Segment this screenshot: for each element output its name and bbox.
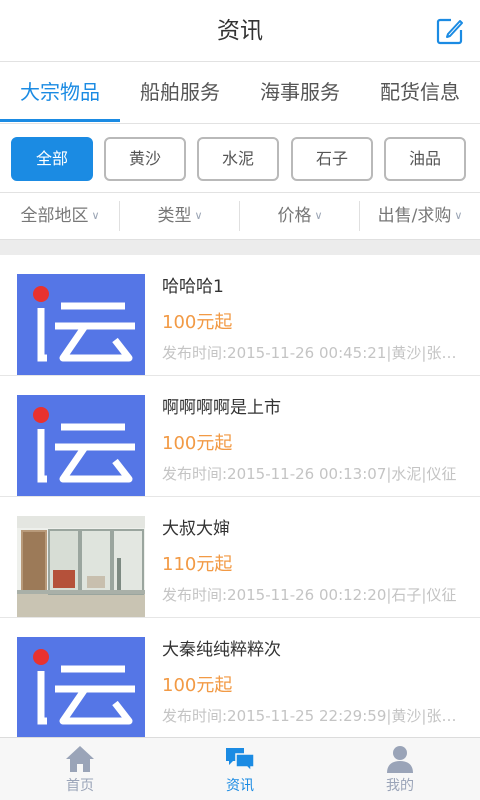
- page-title: 资讯: [217, 18, 263, 44]
- item-title: 大叔大婶: [162, 519, 230, 539]
- yun-logo-thumbnail: [17, 274, 145, 375]
- nav-mine-label: 我的: [386, 778, 414, 794]
- chip-oil[interactable]: 油品: [384, 137, 466, 181]
- tab-maritime-services[interactable]: 海事服务: [240, 62, 360, 124]
- chevron-down-icon: ∨: [314, 209, 323, 222]
- chip-stone[interactable]: 石子: [291, 137, 373, 181]
- chip-sand[interactable]: 黄沙: [104, 137, 186, 181]
- list-item[interactable]: 大叔大婶 110元起 发布时间:2015-11-26 00:12:20|石子|仪…: [0, 497, 480, 618]
- chevron-down-icon: ∨: [91, 209, 100, 222]
- active-tab-indicator: [0, 119, 120, 122]
- filter-type-label: 类型: [157, 206, 192, 226]
- chevron-down-icon: ∨: [454, 209, 463, 222]
- chip-all[interactable]: 全部: [11, 137, 93, 181]
- item-meta: 发布时间:2015-11-25 22:29:59|黄沙|张…: [162, 707, 457, 725]
- list-item[interactable]: 哈哈哈1 100元起 发布时间:2015-11-26 00:45:21|黄沙|张…: [0, 255, 480, 376]
- yun-logo-icon: [17, 274, 145, 375]
- nav-news-label: 资讯: [226, 778, 254, 794]
- list-item[interactable]: 大秦纯纯粹粹次 100元起 发布时间:2015-11-25 22:29:59|黄…: [0, 618, 480, 737]
- home-icon: [66, 746, 94, 772]
- title-bar: 资讯: [0, 0, 480, 62]
- yun-logo-icon: [17, 637, 145, 737]
- office-photo-image: [17, 516, 145, 617]
- section-separator: [0, 239, 480, 255]
- filter-bar: 全部地区 ∨ 类型 ∨ 价格 ∨ 出售/求购 ∨: [0, 193, 480, 239]
- user-icon: [387, 746, 413, 773]
- chat-icon: [226, 748, 255, 773]
- filter-region-label: 全部地区: [20, 206, 89, 226]
- listing: 哈哈哈1 100元起 发布时间:2015-11-26 00:45:21|黄沙|张…: [0, 255, 480, 737]
- filter-price[interactable]: 价格 ∨: [240, 193, 360, 239]
- item-meta: 发布时间:2015-11-26 00:45:21|黄沙|张…: [162, 344, 457, 362]
- item-title: 大秦纯纯粹粹次: [162, 640, 281, 660]
- item-title: 啊啊啊啊是上市: [162, 398, 281, 418]
- filter-region[interactable]: 全部地区 ∨: [0, 193, 120, 239]
- nav-home-label: 首页: [66, 778, 94, 794]
- list-item[interactable]: 啊啊啊啊是上市 100元起 发布时间:2015-11-26 00:13:07|水…: [0, 376, 480, 497]
- filter-price-label: 价格: [277, 206, 312, 226]
- yun-logo-icon: [17, 395, 145, 496]
- chip-cement[interactable]: 水泥: [197, 137, 279, 181]
- filter-sell-buy-label: 出售/求购: [377, 206, 452, 226]
- item-meta: 发布时间:2015-11-26 00:13:07|水泥|仪征: [162, 465, 457, 483]
- bottom-nav: 首页 资讯 我的: [0, 737, 480, 800]
- tab-bulk-goods[interactable]: 大宗物品: [0, 62, 120, 124]
- office-photo-thumbnail: [17, 516, 145, 617]
- filter-sell-buy[interactable]: 出售/求购 ∨: [360, 193, 480, 239]
- yun-logo-thumbnail: [17, 395, 145, 496]
- nav-news[interactable]: 资讯: [160, 738, 320, 800]
- item-title: 哈哈哈1: [162, 277, 224, 297]
- item-price: 110元起: [162, 554, 233, 575]
- chevron-down-icon: ∨: [194, 209, 203, 222]
- edit-icon[interactable]: [436, 17, 464, 45]
- goods-type-chips: 全部 黄沙 水泥 石子 油品: [0, 125, 480, 193]
- item-price: 100元起: [162, 312, 233, 333]
- tab-ship-services[interactable]: 船舶服务: [120, 62, 240, 124]
- item-meta: 发布时间:2015-11-26 00:12:20|石子|仪征: [162, 586, 457, 604]
- nav-mine[interactable]: 我的: [320, 738, 480, 800]
- yun-logo-thumbnail: [17, 637, 145, 737]
- item-price: 100元起: [162, 675, 233, 696]
- tab-cargo-info[interactable]: 配货信息: [360, 62, 480, 124]
- item-price: 100元起: [162, 433, 233, 454]
- category-tabs: 大宗物品 船舶服务 海事服务 配货信息: [0, 62, 480, 124]
- filter-type[interactable]: 类型 ∨: [120, 193, 240, 239]
- nav-home[interactable]: 首页: [0, 738, 160, 800]
